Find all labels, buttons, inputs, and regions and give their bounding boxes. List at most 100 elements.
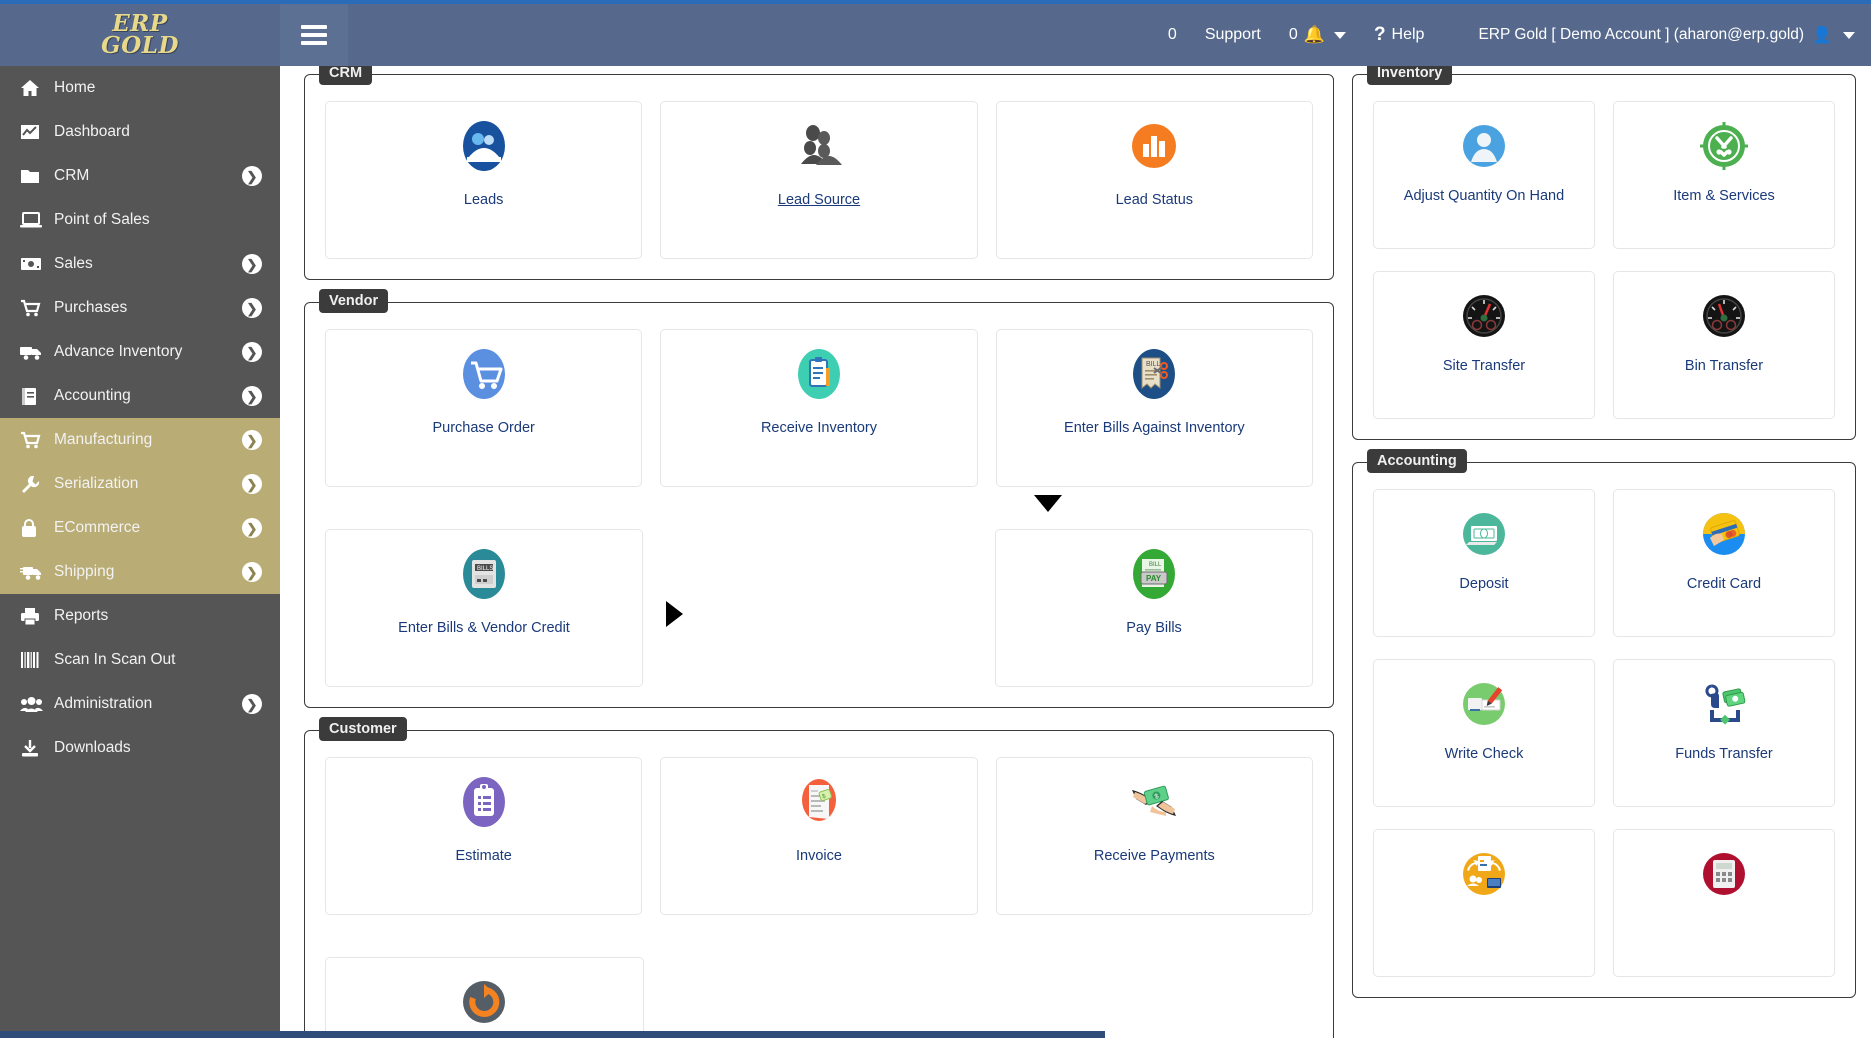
panel-crm-title: CRM [319,66,372,85]
tile-enter-bills-against-inventory[interactable]: BILL Enter Bills Against Inventory [996,329,1313,487]
tile-lead-source[interactable]: Lead Source [660,101,977,259]
sidebar-item-crm[interactable]: CRM❯ [0,154,280,198]
book-icon [20,387,54,406]
sidebar-item-advance-inventory[interactable]: Advance Inventory❯ [0,330,280,374]
enter-bills-against-inventory-icon: BILL [1126,346,1182,402]
sidebar-item-label: Shipping [54,563,242,581]
notifications-menu[interactable]: 0 🔔 [1275,4,1360,66]
sidebar-item-home[interactable]: Home [0,66,280,110]
sidebar-item-manufacturing[interactable]: Manufacturing❯ [0,418,280,462]
tile-adjust-quantity-on-hand[interactable]: Adjust Quantity On Hand [1373,101,1595,249]
lead-status-icon [1126,118,1182,174]
sidebar-item-downloads[interactable]: Downloads [0,726,280,770]
pay-bills-icon: BILL PAY [1126,546,1182,602]
write-check-icon [1456,676,1512,732]
barcode-icon [20,651,54,669]
sidebar-item-label: Dashboard [54,123,262,141]
tile-funds-transfer[interactable]: Funds Transfer [1613,659,1835,807]
sidebar-item-label: Point of Sales [54,211,262,229]
tile-enter-bills-vendor-credit[interactable]: BILLS Enter Bills & Vendor Credit [325,529,643,687]
sidebar-item-accounting[interactable]: Accounting❯ [0,374,280,418]
notification-count: 0 [1289,26,1298,44]
tile-credit-card[interactable]: Credit Card [1613,489,1835,637]
refund-icon [456,974,512,1030]
tile-refund[interactable] [325,957,644,1038]
sidebar-item-label: Advance Inventory [54,343,242,361]
sidebar-item-administration[interactable]: Administration❯ [0,682,280,726]
top-bar-spacer [348,4,1154,66]
tile-estimate[interactable]: Estimate [325,757,642,915]
tile-invoice[interactable]: $ Invoice [660,757,977,915]
help-link[interactable]: ? Help [1360,4,1439,66]
brand-logo-area[interactable]: ERP GOLD [0,4,280,66]
tile-lead-status-label: Lead Status [1110,192,1199,208]
sidebar-item-label: Serialization [54,475,242,493]
svg-text:PAY: PAY [1146,574,1162,583]
horizontal-scrollbar[interactable] [0,1031,1105,1038]
deposit-icon [1456,506,1512,562]
truck-icon [20,344,54,361]
sidebar-item-point-of-sales[interactable]: Point of Sales [0,198,280,242]
top-navigation: 0 Support 0 🔔 ? Help [1154,4,1453,66]
account-label: ERP Gold [ Demo Account ] (aharon@erp.go… [1478,26,1804,44]
panel-vendor: Vendor Purchase Order [304,302,1334,708]
sidebar-item-purchases[interactable]: Purchases❯ [0,286,280,330]
account-chevron-down-icon [1843,32,1855,39]
customer-tile-row-2 [325,957,1313,1038]
tile-calculator[interactable] [1613,829,1835,977]
tile-site-transfer[interactable]: Site Transfer [1373,271,1595,419]
hamburger-bars [301,21,327,49]
bell-icon: 🔔 [1304,25,1325,45]
cart-icon [20,299,54,317]
support-count: 0 [1154,4,1191,66]
tile-lead-status[interactable]: Lead Status [996,101,1313,259]
support-link[interactable]: Support [1191,4,1275,66]
tile-receive-inventory[interactable]: Receive Inventory [660,329,977,487]
tile-receive-payments[interactable]: $ Receive Payments [996,757,1313,915]
sidebar-item-dashboard[interactable]: Dashboard [0,110,280,154]
tile-adjust-quantity-label: Adjust Quantity On Hand [1398,188,1570,204]
tile-write-check[interactable]: Write Check [1373,659,1595,807]
panel-crm: CRM Leads [304,74,1334,280]
sidebar-item-serialization[interactable]: Serialization❯ [0,462,280,506]
tile-pay-bills[interactable]: BILL PAY Pay Bills [995,529,1313,687]
brand-line-2: GOLD [101,35,179,57]
tile-item-services-label: Item & Services [1667,188,1781,204]
tile-purchase-order-label: Purchase Order [426,420,540,436]
panel-customer: Customer [304,730,1334,1038]
chevron-right-icon: ❯ [242,474,262,494]
sidebar-item-label: Reports [54,607,262,625]
sidebar-item-shipping[interactable]: Shipping❯ [0,550,280,594]
sidebar-item-reports[interactable]: Reports [0,594,280,638]
sidebar-item-ecommerce[interactable]: ECommerce❯ [0,506,280,550]
enter-bills-vendor-credit-icon: BILLS [456,546,512,602]
accounting-row-1: Deposit [1373,489,1835,637]
question-mark-icon: ? [1374,24,1386,46]
sidebar-item-label: Scan In Scan Out [54,651,262,669]
account-menu[interactable]: ERP Gold [ Demo Account ] (aharon@erp.go… [1452,4,1871,66]
tile-deposit[interactable]: Deposit [1373,489,1595,637]
top-bar: ERP GOLD 0 Support 0 🔔 ? Help ERP Gold [… [0,0,1871,66]
chevron-right-icon: ❯ [242,430,262,450]
tile-purchase-order[interactable]: Purchase Order [325,329,642,487]
tile-bin-transfer[interactable]: Bin Transfer [1613,271,1835,419]
invoice-icon: $ [791,774,847,830]
tile-bin-transfer-label: Bin Transfer [1679,358,1769,374]
sidebar-item-label: Downloads [54,739,262,757]
receive-inventory-icon [791,346,847,402]
tile-item-services[interactable]: Item & Services [1613,101,1835,249]
vendor-tile-row-2: BILLS Enter Bills & Vendor Credit [325,529,1313,687]
tile-workflow[interactable] [1373,829,1595,977]
panel-inventory: Inventory Adjust Quantity On Hand [1352,74,1856,440]
tile-leads[interactable]: Leads [325,101,642,259]
panel-vendor-title: Vendor [319,289,388,313]
hamburger-icon[interactable] [280,4,348,66]
chart-line-icon [20,123,54,141]
svg-text:BILLS: BILLS [477,566,493,572]
item-services-icon [1696,118,1752,174]
sidebar-item-sales[interactable]: Sales❯ [0,242,280,286]
sidebar: Home Dashboard CRM❯ Point of Sales Sales❯Pur… [0,66,280,1038]
left-column: CRM Leads [280,74,1346,1038]
sidebar-item-scan-in-scan-out[interactable]: Scan In Scan Out [0,638,280,682]
main-content: CRM Leads [280,66,1871,1038]
